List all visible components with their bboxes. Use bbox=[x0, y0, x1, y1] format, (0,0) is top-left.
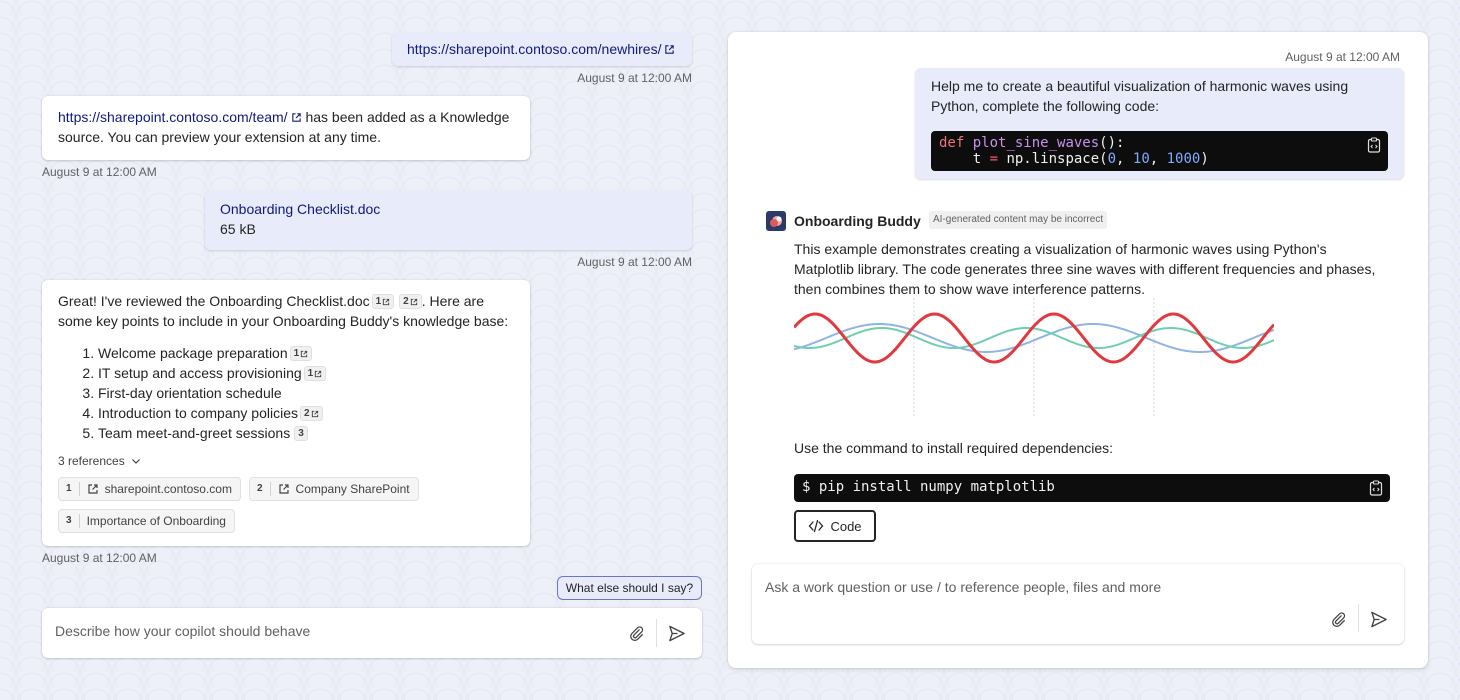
instructions-input[interactable]: Describe how your copilot should behave bbox=[55, 623, 310, 639]
external-link-icon bbox=[383, 298, 390, 305]
install-command-block: $ pip install numpy matplotlib bbox=[794, 474, 1390, 502]
key-points-list: Welcome package preparation1 IT setup an… bbox=[58, 343, 514, 443]
citation-badge[interactable]: 1 bbox=[289, 346, 313, 361]
timestamp: August 9 at 12:00 AM bbox=[577, 71, 692, 85]
harmonic-waves-illustration bbox=[794, 298, 1274, 418]
citation-badge[interactable]: 1 bbox=[303, 366, 327, 381]
bot-message-knowledge: https://sharepoint.contoso.com/team/ has… bbox=[42, 96, 530, 160]
external-link-icon bbox=[311, 410, 318, 417]
message-text: Great! I've reviewed the Onboarding Chec… bbox=[58, 293, 370, 309]
references-toggle[interactable]: 3 references bbox=[58, 451, 514, 471]
list-item: IT setup and access provisioning1 bbox=[98, 363, 514, 383]
external-link-icon bbox=[315, 370, 322, 377]
chat-input-box[interactable]: Ask a work question or use / to referenc… bbox=[752, 564, 1404, 644]
timestamp: August 9 at 12:00 AM bbox=[577, 255, 692, 269]
message-text: Help me to create a beautiful visualizat… bbox=[931, 78, 1349, 94]
copy-code-icon bbox=[1369, 480, 1383, 496]
code-button[interactable]: Code bbox=[794, 510, 876, 542]
copy-code-icon bbox=[1367, 137, 1381, 153]
reference-chip[interactable]: 3 Importance of Onboarding bbox=[58, 509, 235, 533]
divider bbox=[656, 619, 657, 647]
user-message-link: https://sharepoint.contoso.com/newhires/ bbox=[392, 32, 692, 66]
bot-response-text: This example demonstrates creating a vis… bbox=[794, 241, 1376, 297]
send-button[interactable] bbox=[1366, 607, 1390, 631]
external-link-icon bbox=[87, 484, 98, 494]
external-link-icon bbox=[278, 484, 289, 494]
message-text: Python, complete the following code: bbox=[931, 98, 1160, 114]
newhires-link[interactable]: https://sharepoint.contoso.com/newhires/ bbox=[407, 41, 675, 57]
message-text: source. You can preview your extension a… bbox=[58, 129, 381, 145]
install-instructions: Use the command to install required depe… bbox=[794, 440, 1114, 456]
reference-chip[interactable]: 1 sharepoint.contoso.com bbox=[58, 477, 241, 501]
ai-disclaimer-badge: AI-generated content may be incorrect bbox=[929, 211, 1108, 229]
copy-code-button[interactable] bbox=[1366, 137, 1382, 153]
code-block: def plot_sine_waves(): t = np.linspace(0… bbox=[931, 131, 1388, 171]
reference-chip[interactable]: 2 Company SharePoint bbox=[248, 477, 419, 501]
external-link-icon bbox=[301, 350, 308, 357]
install-command: $ pip install numpy matplotlib bbox=[802, 479, 1055, 495]
timestamp: August 9 at 12:00 AM bbox=[42, 165, 157, 179]
external-link-icon bbox=[291, 113, 301, 122]
file-size: 65 kB bbox=[220, 221, 256, 237]
list-item: Introduction to company policies2 bbox=[98, 403, 514, 423]
list-item: Team meet-and-greet sessions3 bbox=[98, 423, 514, 443]
timestamp: August 9 at 12:00 AM bbox=[42, 551, 157, 565]
external-link-icon bbox=[665, 45, 675, 54]
chat-input[interactable]: Ask a work question or use / to referenc… bbox=[765, 579, 1161, 595]
instructions-input-box[interactable]: Describe how your copilot should behave bbox=[42, 608, 702, 658]
chevron-down-icon bbox=[131, 459, 140, 464]
user-message-file[interactable]: Onboarding Checklist.doc 65 kB bbox=[205, 190, 692, 250]
external-link-icon bbox=[410, 298, 417, 305]
send-button[interactable] bbox=[664, 621, 688, 645]
bot-avatar bbox=[766, 211, 786, 231]
code-icon bbox=[809, 519, 824, 533]
message-text: . Here are bbox=[421, 293, 484, 309]
send-icon bbox=[668, 625, 685, 641]
preview-panel: August 9 at 12:00 AM Help me to create a… bbox=[728, 32, 1428, 668]
bot-name: Onboarding Buddy bbox=[794, 213, 921, 229]
bot-message-keypoints: Great! I've reviewed the Onboarding Chec… bbox=[42, 280, 530, 546]
copy-command-button[interactable] bbox=[1368, 480, 1384, 496]
divider bbox=[1358, 604, 1359, 632]
citation-badge[interactable]: 1 bbox=[371, 294, 395, 309]
paperclip-icon bbox=[1332, 612, 1346, 628]
attach-button[interactable] bbox=[624, 621, 648, 645]
citation-badge[interactable]: 2 bbox=[399, 294, 422, 309]
attach-button[interactable] bbox=[1326, 607, 1350, 631]
list-item: First-day orientation schedule bbox=[98, 383, 514, 403]
list-item: Welcome package preparation1 bbox=[98, 343, 514, 363]
user-message-code-request: Help me to create a beautiful visualizat… bbox=[915, 68, 1404, 179]
timestamp: August 9 at 12:00 AM bbox=[1285, 50, 1400, 64]
team-link[interactable]: https://sharepoint.contoso.com/team/ bbox=[58, 109, 302, 125]
citation-badge[interactable]: 2 bbox=[300, 406, 323, 421]
file-name[interactable]: Onboarding Checklist.doc bbox=[220, 199, 677, 219]
citation-badge[interactable]: 3 bbox=[294, 426, 308, 441]
message-text: some key points to include in your Onboa… bbox=[58, 313, 509, 329]
send-icon bbox=[1370, 611, 1387, 627]
suggestion-chip[interactable]: What else should I say? bbox=[557, 576, 702, 600]
paperclip-icon bbox=[630, 626, 644, 642]
message-text: has been added as a Knowledge bbox=[301, 109, 510, 125]
